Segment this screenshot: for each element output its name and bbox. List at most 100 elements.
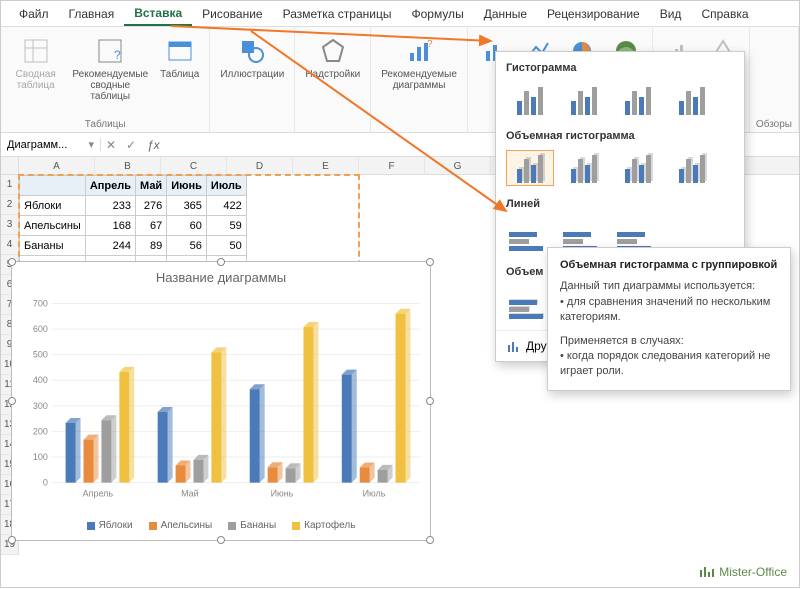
table-cell[interactable]: Апельсины [20,216,86,236]
table-cell[interactable]: 59 [206,216,246,236]
recommended-pivot-button[interactable]: ?Рекомендуемые сводные таблицы [68,31,152,106]
chart-thumb-3d-1[interactable] [560,150,608,186]
table-cell[interactable]: 89 [136,236,167,256]
resize-handle[interactable] [426,397,434,405]
illustrations-button[interactable]: Иллюстрации [216,31,288,84]
menu-главная[interactable]: Главная [59,3,125,25]
table-cell[interactable]: 276 [136,196,167,216]
illustrations-icon [236,35,268,67]
table-header[interactable]: Май [136,176,167,196]
table-header[interactable]: Июнь [167,176,207,196]
chart-thumb-3d-0[interactable] [506,150,554,186]
resize-handle[interactable] [217,536,225,544]
ribbon-label: Рекомендуемые сводные таблицы [72,69,148,102]
col-header[interactable]: E [293,157,359,175]
resize-handle[interactable] [8,397,16,405]
table-cell[interactable]: 168 [85,216,135,236]
menubar: ФайлГлавнаяВставкаРисованиеРазметка стра… [1,1,799,27]
menu-вид[interactable]: Вид [650,3,692,25]
row-header[interactable]: 1 [1,175,18,195]
col-header[interactable]: B [95,157,161,175]
legend-item: Картофель [292,520,355,531]
menu-данные[interactable]: Данные [474,3,537,25]
fx-icon[interactable]: ƒx [141,138,166,152]
table-header[interactable]: Июль [206,176,246,196]
pivot-table-button: Сводная таблица [7,31,64,95]
svg-text:Июль: Июль [363,489,386,499]
embedded-chart[interactable]: Название диаграммы 010020030040050060070… [11,261,431,541]
legend-item: Апельсины [149,520,213,531]
table-cell[interactable]: 50 [206,236,246,256]
table-header[interactable]: Апрель [85,176,135,196]
recommended-charts-button[interactable]: ? Рекомендуемые диаграммы [377,31,461,95]
menu-рецензирование[interactable]: Рецензирование [537,3,650,25]
menu-рисование[interactable]: Рисование [192,3,272,25]
col-header[interactable]: A [19,157,95,175]
svg-text:?: ? [427,39,433,50]
chart-thumb-2d-1[interactable] [560,82,608,118]
menu-справка[interactable]: Справка [691,3,758,25]
table-cell[interactable]: 233 [85,196,135,216]
table-cell[interactable]: 244 [85,236,135,256]
legend-item: Яблоки [87,520,133,531]
menu-файл[interactable]: Файл [9,3,59,25]
cancel-formula-icon: ✕ [101,138,121,152]
col-header[interactable]: D [227,157,293,175]
chart-thumb-3d-3[interactable] [668,150,716,186]
pivot-table-icon [20,35,52,67]
resize-handle[interactable] [426,536,434,544]
table-button[interactable]: Таблица [156,31,203,84]
svg-text:600: 600 [33,324,48,334]
table-cell[interactable]: 60 [167,216,207,236]
addins-button[interactable]: Надстройки [301,31,364,84]
svg-text:100: 100 [33,452,48,462]
name-box[interactable]: Диаграмм...▾ [1,138,101,151]
svg-text:Июнь: Июнь [271,489,294,499]
ribbon-label: Таблица [160,69,199,80]
ribbon-label: Сводная таблица [11,69,60,91]
chart-thumb-3d-2[interactable] [614,150,662,186]
row-header[interactable]: 3 [1,215,18,235]
tooltip-text: • когда порядок следования категорий не … [560,349,778,380]
col-header[interactable]: G [425,157,491,175]
table-cell[interactable]: 56 [167,236,207,256]
dropdown-section-title: Объемная гистограмма [496,126,744,146]
chart-title[interactable]: Название диаграммы [12,262,430,293]
resize-handle[interactable] [8,258,16,266]
table-cell[interactable]: 67 [136,216,167,236]
resize-handle[interactable] [217,258,225,266]
row-header[interactable]: 2 [1,195,18,215]
svg-text:Апрель: Апрель [83,489,114,499]
tooltip-title: Объемная гистограмма с группировкой [560,258,778,273]
svg-text:Май: Май [181,489,199,499]
col-header[interactable]: C [161,157,227,175]
table-cell[interactable]: 365 [167,196,207,216]
menu-вставка[interactable]: Вставка [124,2,192,26]
table-header[interactable] [20,176,86,196]
chart-thumb-2d-2[interactable] [614,82,662,118]
chart-thumb-2d-3[interactable] [668,82,716,118]
menu-формулы[interactable]: Формулы [401,3,473,25]
watermark: Mister-Office [699,565,787,579]
chart-thumb-2d-0[interactable] [506,82,554,118]
resize-handle[interactable] [8,536,16,544]
tooltip-text: • для сравнения значений по нескольким к… [560,295,778,326]
addins-icon [317,35,349,67]
table-cell[interactable]: Яблоки [20,196,86,216]
resize-handle[interactable] [426,258,434,266]
ribbon-label: Рекомендуемые диаграммы [381,69,457,91]
table-cell[interactable]: 422 [206,196,246,216]
chart-type-tooltip: Объемная гистограмма с группировкой Данн… [547,247,791,391]
col-header[interactable]: F [359,157,425,175]
row-header[interactable]: 4 [1,235,18,255]
ribbon-group-label: Обзоры [756,117,792,130]
tooltip-text: Применяется в случаях: [560,334,778,349]
menu-разметка страницы[interactable]: Разметка страницы [273,3,402,25]
table-cell[interactable]: Бананы [20,236,86,256]
select-all-corner[interactable] [1,157,19,175]
svg-text:700: 700 [33,298,48,308]
svg-text:0: 0 [43,478,48,488]
confirm-formula-icon: ✓ [121,138,141,152]
tooltip-text: Данный тип диаграммы используется: [560,279,778,294]
svg-text:500: 500 [33,350,48,360]
